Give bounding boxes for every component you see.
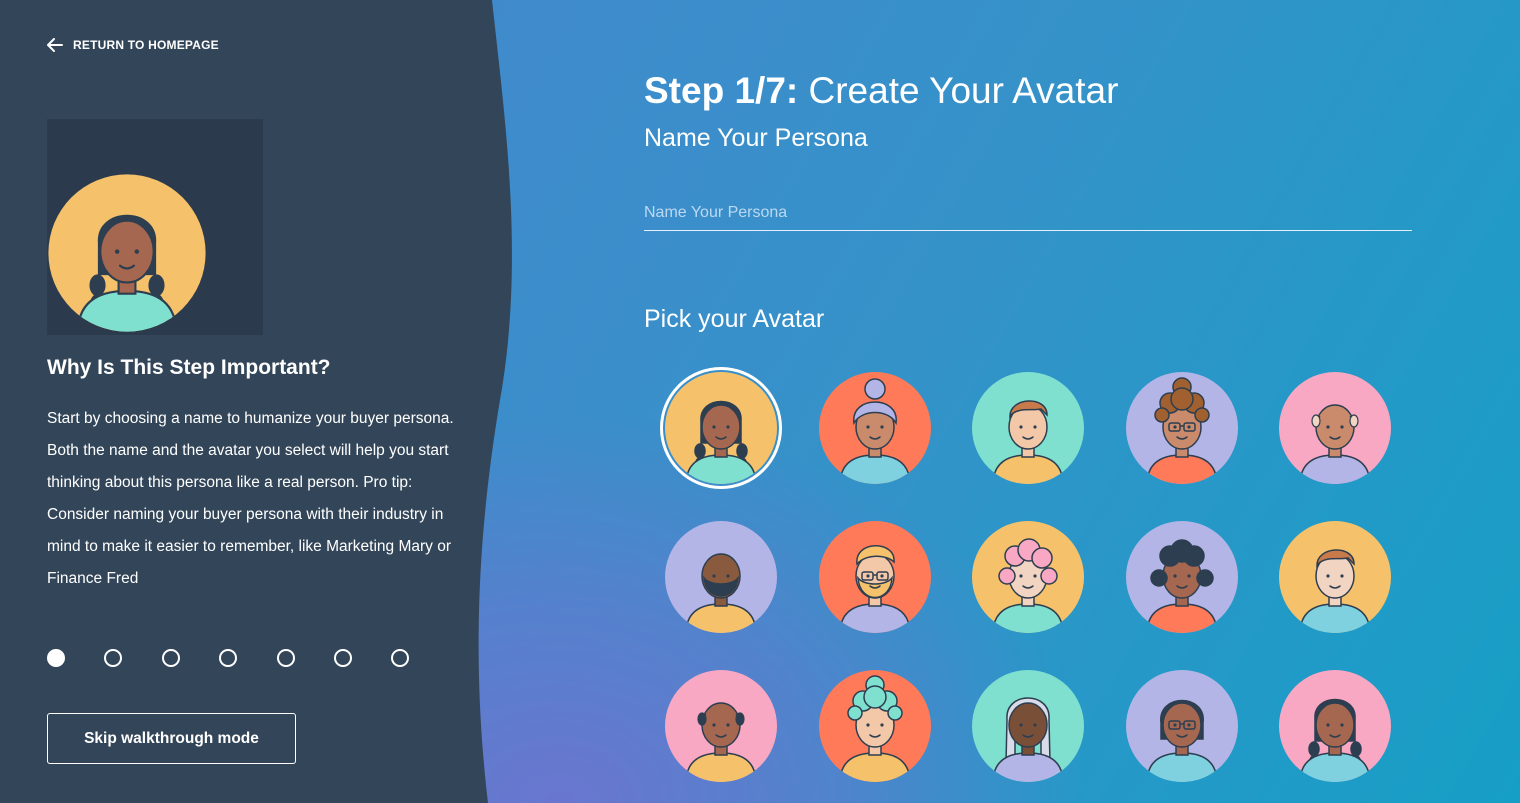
avatar-icon — [1279, 372, 1391, 484]
avatar-icon — [1126, 372, 1238, 484]
persona-name-input[interactable] — [644, 195, 1412, 231]
page-title: Step 1/7: Create Your Avatar — [644, 70, 1118, 112]
selected-avatar-preview — [47, 119, 263, 335]
pick-avatar-heading: Pick your Avatar — [644, 305, 825, 333]
selected-avatar-image — [48, 174, 206, 332]
why-step-important-text: Start by choosing a name to humanize you… — [47, 410, 454, 587]
skip-walkthrough-button[interactable]: Skip walkthrough mode — [47, 713, 296, 764]
avatar-option-8[interactable] — [971, 520, 1085, 634]
avatar-option-5[interactable] — [1278, 371, 1392, 485]
step-dot-3[interactable] — [161, 649, 180, 667]
step-dot-1[interactable] — [47, 649, 65, 667]
avatar-icon — [1279, 670, 1391, 782]
step-dot-6[interactable] — [333, 649, 352, 667]
avatar-option-6[interactable] — [664, 520, 778, 634]
step-title: Create Your Avatar — [808, 70, 1119, 111]
avatar-option-11[interactable] — [664, 669, 778, 783]
avatar-option-14[interactable] — [1125, 669, 1239, 783]
step-dot-5[interactable] — [276, 649, 295, 667]
avatar-option-1[interactable] — [660, 367, 782, 489]
avatar-option-10[interactable] — [1278, 520, 1392, 634]
persona-name-heading: Name Your Persona — [644, 124, 868, 152]
step-progress-dots — [47, 649, 449, 667]
sidebar: RETURN TO HOMEPAGE Why Is This Step Impo… — [0, 0, 520, 803]
avatar-icon — [665, 670, 777, 782]
avatar-icon — [819, 521, 931, 633]
avatar-icon — [1126, 670, 1238, 782]
avatar-icon — [819, 670, 931, 782]
avatar-icon — [665, 521, 777, 633]
avatar-option-3[interactable] — [971, 371, 1085, 485]
avatar-option-15[interactable] — [1278, 669, 1392, 783]
return-to-homepage-label: RETURN TO HOMEPAGE — [73, 38, 219, 52]
avatar-icon — [972, 372, 1084, 484]
avatar-icon — [819, 372, 931, 484]
avatar-icon — [1126, 521, 1238, 633]
avatar-icon — [1279, 521, 1391, 633]
why-step-important-heading: Why Is This Step Important? — [47, 356, 331, 379]
avatar-option-2[interactable] — [818, 371, 932, 485]
avatar-option-12[interactable] — [818, 669, 932, 783]
selected-ring — [660, 367, 782, 489]
return-to-homepage-link[interactable]: RETURN TO HOMEPAGE — [47, 38, 219, 52]
avatar-option-9[interactable] — [1125, 520, 1239, 634]
avatar-option-4[interactable] — [1125, 371, 1239, 485]
arrow-left-icon — [47, 38, 63, 52]
avatar-icon — [972, 521, 1084, 633]
avatar-option-7[interactable] — [818, 520, 932, 634]
step-dot-2[interactable] — [104, 649, 123, 667]
avatar-icon — [972, 670, 1084, 782]
step-dot-7[interactable] — [391, 649, 410, 667]
step-dot-4[interactable] — [219, 649, 238, 667]
step-counter: Step 1/7: — [644, 70, 799, 111]
avatar-option-13[interactable] — [971, 669, 1085, 783]
